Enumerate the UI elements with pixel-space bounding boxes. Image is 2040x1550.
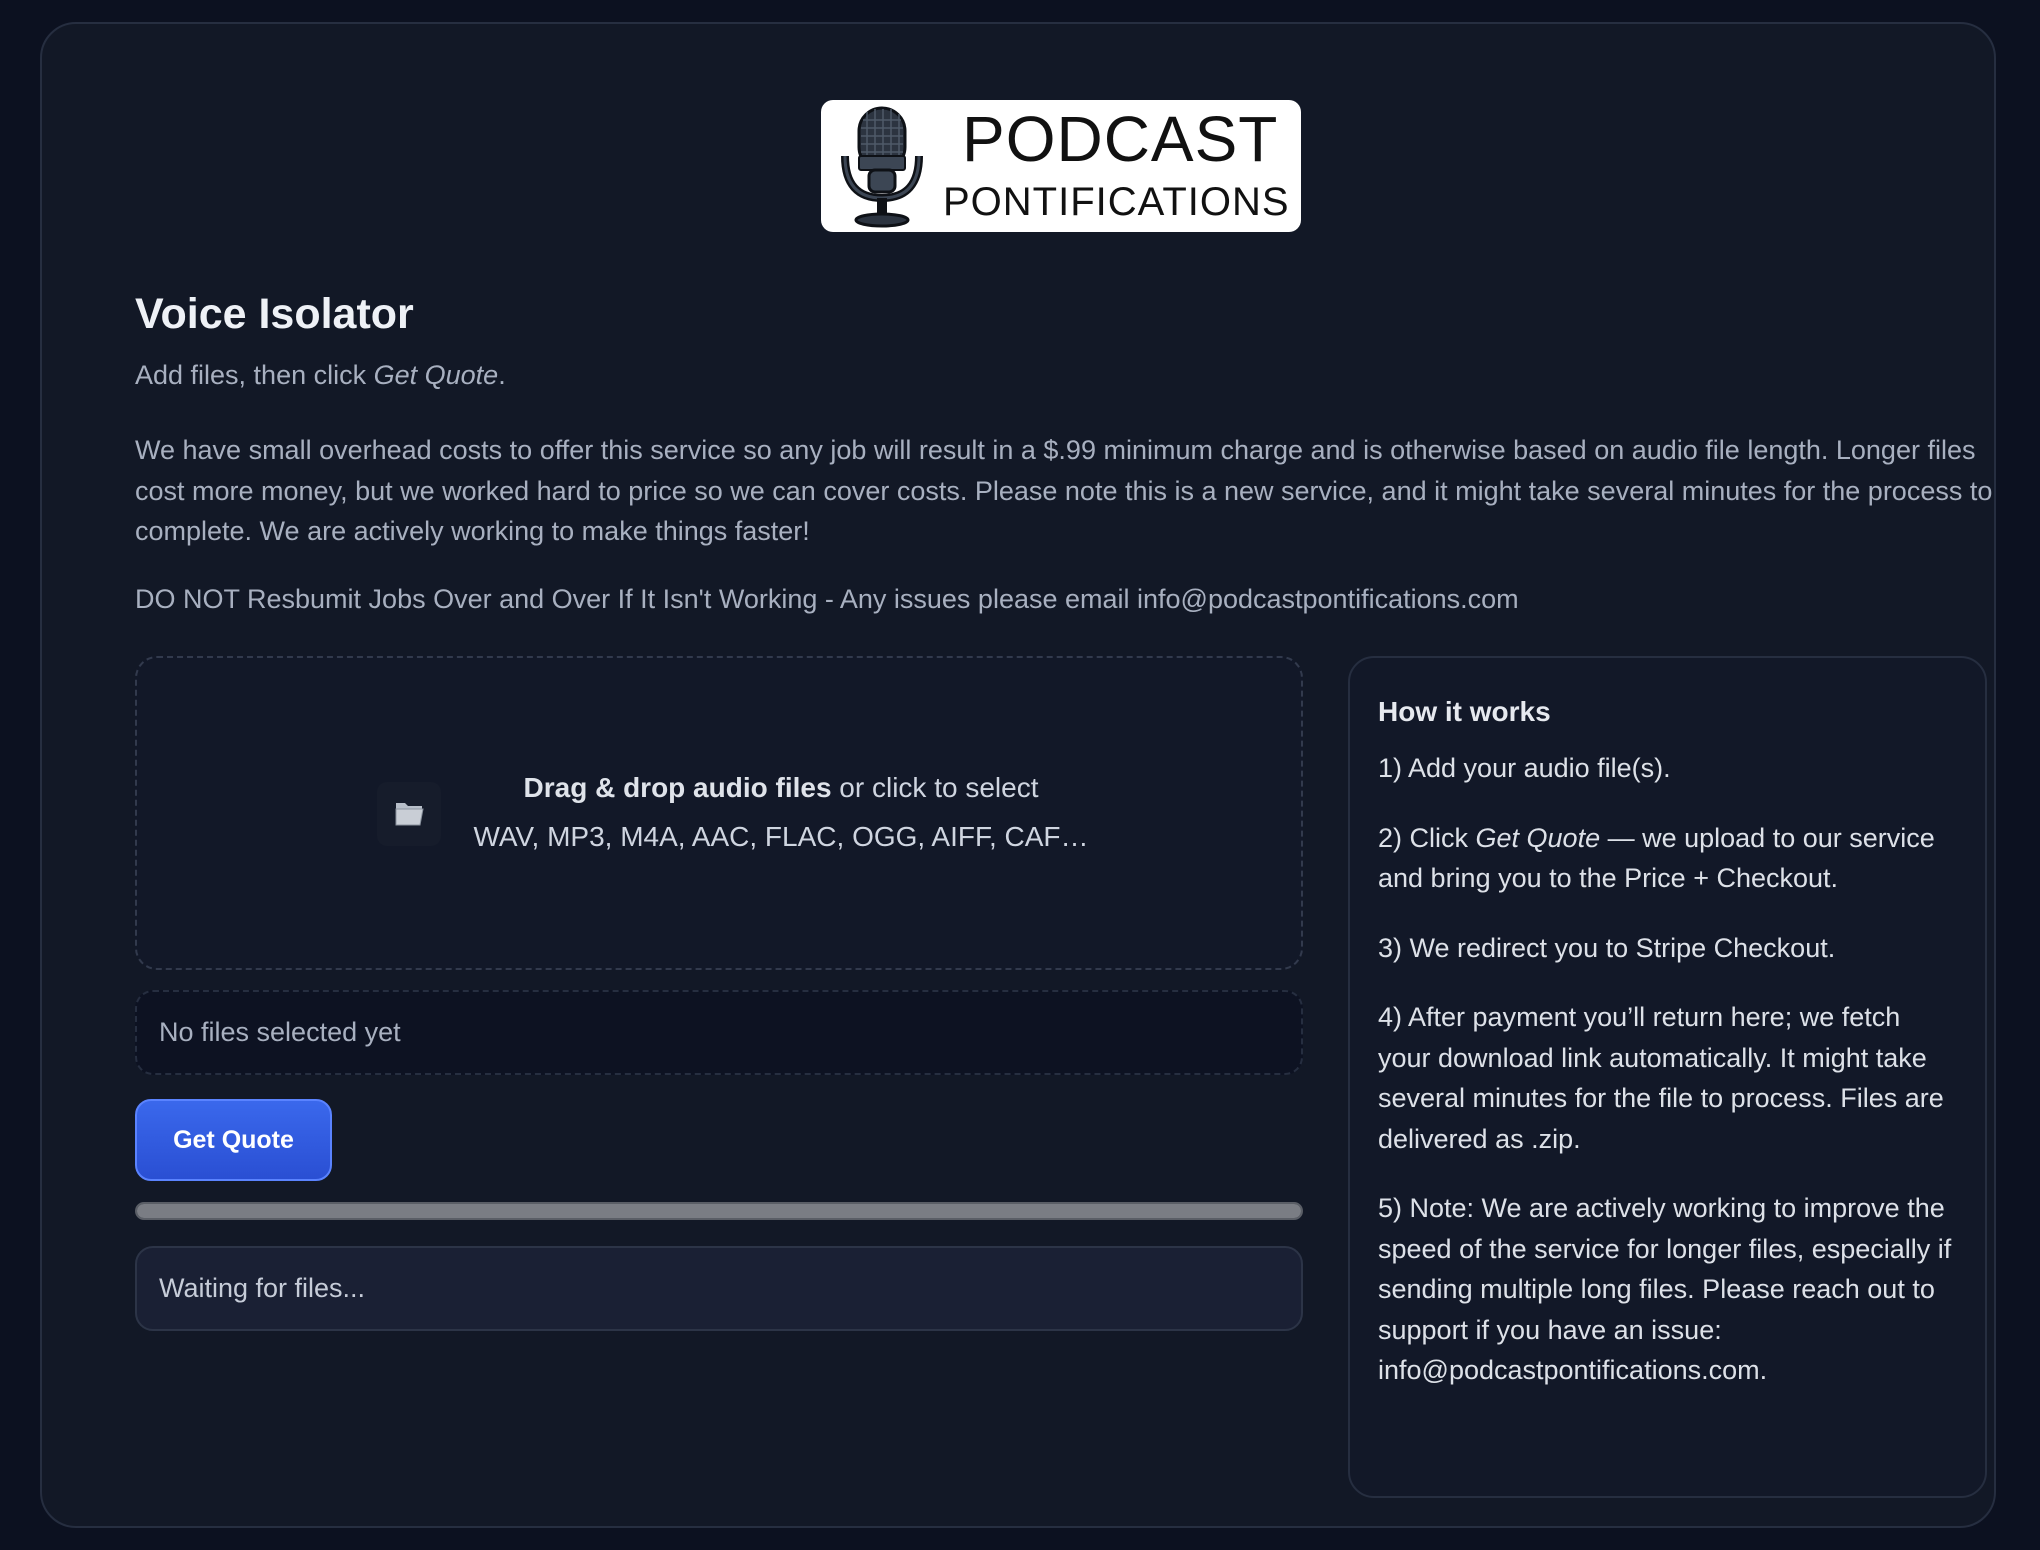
dropzone-title-rest: or click to select [831,772,1039,803]
main-card: PODCAST PONTIFICATIONS Voice Isolator Ad… [40,22,1996,1528]
how-it-works-heading: How it works [1378,696,1551,727]
dropzone-title: Drag & drop audio files or click to sele… [461,772,1101,804]
subtitle-suffix: . [498,360,506,390]
logo-text-pontifications: PONTIFICATIONS [943,180,1290,224]
selected-files-list: No files selected yet [135,990,1303,1075]
upload-progress-bar [135,1202,1303,1220]
pricing-notice: We have small overhead costs to offer th… [135,435,1993,546]
step-2-prefix: 2) Click [1378,822,1476,853]
step-3: 3) We redirect you to Stripe Checkout. [1378,932,1836,963]
step-5: 5) Note: We are actively working to impr… [1378,1193,1952,1385]
dropzone-title-bold: Drag & drop audio files [523,772,832,803]
subtitle-prefix: Add files, then click [135,360,374,390]
status-message: Waiting for files... [135,1246,1303,1331]
resubmit-warning: DO NOT Resbumit Jobs Over and Over If It… [135,584,1519,614]
folder-icon-badge [377,782,441,846]
progress-fill [137,1204,1301,1218]
folder-icon [395,803,424,826]
page-subtitle: Add files, then click Get Quote. [135,360,506,391]
step-2: 2) Click Get Quote — we upload to our se… [1378,818,1957,899]
how-it-works-panel: How it works 1) Add your audio file(s). … [1348,656,1987,1498]
page-title: Voice Isolator [135,290,414,338]
step-1: 1) Add your audio file(s). [1378,753,1671,783]
dropzone-formats: WAV, MP3, M4A, AAC, FLAC, OGG, AIFF, CAF… [473,821,1089,852]
subtitle-emphasis: Get Quote [373,360,499,390]
get-quote-button[interactable]: Get Quote [135,1099,332,1181]
podcast-pontifications-logo: PODCAST PONTIFICATIONS [821,100,1301,232]
microphone-icon [841,106,923,228]
step-4: 4) After payment you’ll return here; we … [1378,1002,1944,1154]
logo-text-podcast: PODCAST [962,103,1279,175]
step-2-emphasis: Get Quote [1475,822,1601,853]
file-dropzone[interactable]: Drag & drop audio files or click to sele… [135,656,1303,970]
